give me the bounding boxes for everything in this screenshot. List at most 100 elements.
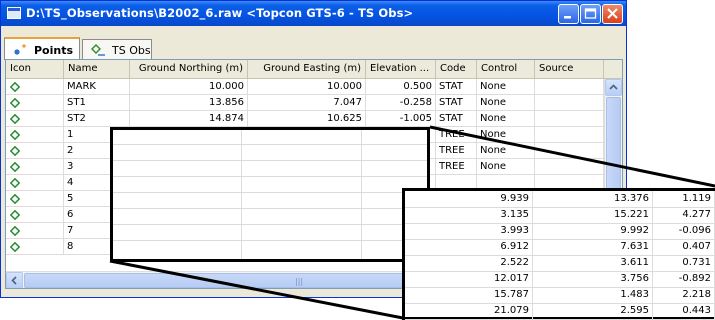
cell-code[interactable]: TREE [436, 159, 477, 175]
point-diamond-icon [10, 210, 20, 220]
callout-row: 3.993 9.992 -0.096 [405, 223, 715, 240]
cell-easting[interactable]: 7.047 [248, 95, 366, 111]
cell-source[interactable] [535, 79, 604, 95]
callout-source-box [110, 127, 430, 262]
row-icon-cell[interactable] [6, 223, 64, 239]
callout-cell-easting: 3.611 [533, 255, 653, 271]
row-icon-cell[interactable] [6, 111, 64, 127]
cell-code[interactable]: TREE [436, 143, 477, 159]
cell-northing[interactable]: 10.000 [130, 79, 248, 95]
row-icon-cell[interactable] [6, 239, 64, 255]
cell-source[interactable] [535, 95, 604, 111]
cell-source[interactable] [535, 159, 604, 175]
scroll-up-button[interactable] [605, 79, 622, 96]
row-icon-cell[interactable] [6, 175, 64, 191]
points-icon [14, 44, 26, 55]
title-bar[interactable]: D:\TS_Observations\B2002_6.raw <Topcon G… [1, 1, 626, 26]
cell-elevation[interactable]: 0.500 [366, 79, 436, 95]
column-header-code[interactable]: Code [436, 60, 477, 78]
window-app-icon[interactable] [7, 7, 21, 19]
window-title: D:\TS_Observations\B2002_6.raw <Topcon G… [26, 6, 414, 20]
maximize-icon [584, 8, 597, 19]
callout-row: 3.135 15.221 4.277 [405, 207, 715, 224]
callout-cell-easting: 3.756 [533, 271, 653, 287]
callout-cell-easting: 15.221 [533, 207, 653, 223]
point-diamond-icon [10, 226, 20, 236]
row-icon-cell[interactable] [6, 79, 64, 95]
ts-obs-icon [91, 44, 105, 56]
column-header-elevation[interactable]: Elevation ... [366, 60, 436, 78]
tab-points-label: Points [34, 44, 74, 57]
point-diamond-icon [10, 242, 20, 252]
row-icon-cell[interactable] [6, 127, 64, 143]
column-header-name[interactable]: Name [64, 60, 130, 78]
cell-code[interactable]: STAT [436, 95, 477, 111]
callout-cell-elevation: 2.218 [653, 287, 715, 303]
callout-cell-northing: 9.939 [405, 191, 533, 207]
cell-name[interactable]: MARK [64, 79, 130, 95]
column-header-source[interactable]: Source [535, 60, 604, 78]
callout-row: 6.912 7.631 0.407 [405, 239, 715, 256]
callout-source-gridline [113, 192, 427, 193]
scroll-left-button[interactable] [6, 272, 23, 288]
row-icon-cell[interactable] [6, 95, 64, 111]
cell-control[interactable]: None [477, 111, 535, 127]
callout-cell-easting: 7.631 [533, 239, 653, 255]
chevron-up-icon [609, 84, 618, 90]
tab-points[interactable]: Points [4, 37, 80, 60]
column-header-ground-easting[interactable]: Ground Easting (m) [248, 60, 366, 78]
grid-header: Icon Name Ground Northing (m) Ground Eas… [6, 60, 622, 79]
row-icon-cell[interactable] [6, 191, 64, 207]
cell-control[interactable]: None [477, 159, 535, 175]
cell-control[interactable]: None [477, 95, 535, 111]
callout-cell-northing: 6.912 [405, 239, 533, 255]
table-row[interactable]: MARK 10.000 10.000 0.500 STAT None [6, 79, 604, 95]
callout-source-gridline [113, 176, 427, 177]
cell-name[interactable]: ST2 [64, 111, 130, 127]
cell-northing[interactable]: 13.856 [130, 95, 248, 111]
cell-control[interactable]: None [477, 127, 535, 143]
cell-control[interactable]: None [477, 143, 535, 159]
cell-source[interactable] [535, 127, 604, 143]
callout-cell-northing: 21.079 [405, 303, 533, 319]
callout-cell-easting: 2.595 [533, 303, 653, 319]
column-header-control[interactable]: Control [477, 60, 535, 78]
cell-source[interactable] [535, 143, 604, 159]
cell-control[interactable]: None [477, 79, 535, 95]
tab-ts-obs[interactable]: TS Obs [82, 39, 152, 60]
point-diamond-icon [10, 98, 20, 108]
callout-row: 15.787 1.483 2.218 [405, 287, 715, 304]
point-diamond-icon [10, 114, 20, 124]
minimize-icon [564, 16, 571, 19]
close-button[interactable] [602, 4, 623, 24]
cell-code[interactable]: STAT [436, 79, 477, 95]
tab-ts-obs-label: TS Obs [112, 44, 151, 57]
row-icon-cell[interactable] [6, 159, 64, 175]
row-icon-cell[interactable] [6, 207, 64, 223]
point-diamond-icon [10, 194, 20, 204]
minimize-button[interactable] [558, 4, 579, 24]
table-row[interactable]: ST2 14.874 10.625 -1.005 STAT None [6, 111, 604, 127]
callout-source-gridline [113, 208, 427, 209]
row-icon-cell[interactable] [6, 143, 64, 159]
close-icon [607, 8, 618, 19]
callout-cell-elevation: 0.731 [653, 255, 715, 271]
point-diamond-icon [10, 178, 20, 188]
cell-easting[interactable]: 10.625 [248, 111, 366, 127]
cell-source[interactable] [535, 111, 604, 127]
cell-code[interactable]: TREE [436, 127, 477, 143]
callout-cell-elevation: 0.407 [653, 239, 715, 255]
column-header-ground-northing[interactable]: Ground Northing (m) [130, 60, 248, 78]
callout-row: 21.079 2.595 0.443 [405, 303, 715, 320]
cell-northing[interactable]: 14.874 [130, 111, 248, 127]
cell-code[interactable]: STAT [436, 111, 477, 127]
callout-row: 12.017 3.756 -0.892 [405, 271, 715, 288]
callout-cell-elevation: -0.096 [653, 223, 715, 239]
table-row[interactable]: ST1 13.856 7.047 -0.258 STAT None [6, 95, 604, 111]
cell-elevation[interactable]: -0.258 [366, 95, 436, 111]
maximize-button[interactable] [580, 4, 601, 24]
cell-easting[interactable]: 10.000 [248, 79, 366, 95]
column-header-icon[interactable]: Icon [6, 60, 64, 78]
cell-name[interactable]: ST1 [64, 95, 130, 111]
cell-elevation[interactable]: -1.005 [366, 111, 436, 127]
